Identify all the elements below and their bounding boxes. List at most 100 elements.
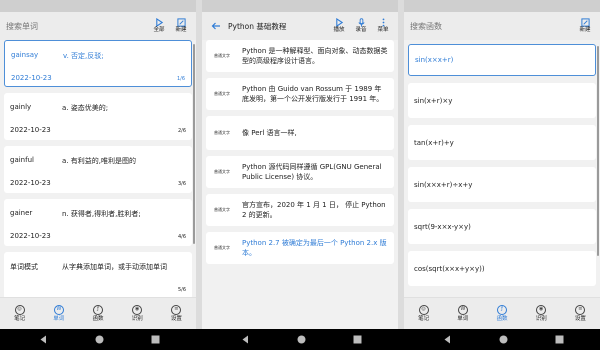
word-index: 2/6	[177, 128, 186, 134]
note-text: Python 由 Guido van Rossum 于 1989 年底发明，第一…	[242, 85, 384, 103]
record-button[interactable]: 录音	[350, 18, 372, 34]
nav-words[interactable]: W 单词	[39, 298, 78, 329]
function-card[interactable]: cos(sqrt(x×x+y×y))	[408, 251, 596, 286]
system-nav-bar	[0, 329, 600, 350]
word-card[interactable]: gainly a. 姿态优美的; 2022-10-23 2/6	[4, 93, 192, 140]
system-recents-icon[interactable]	[352, 334, 363, 345]
nav-recognize[interactable]: ◉ 识别	[522, 298, 561, 329]
settings-icon: ≡	[575, 304, 586, 315]
system-recents-icon[interactable]	[150, 334, 161, 345]
note-card[interactable]: 普通文字 Python 由 Guido van Rossum 于 1989 年底…	[206, 78, 394, 110]
word-meaning: a. 有利益的,唯利是图的	[62, 157, 136, 165]
system-back-icon[interactable]	[240, 334, 251, 345]
menu-button[interactable]: 菜单	[372, 18, 394, 34]
nav-function[interactable]: ƒ 函数	[78, 298, 117, 329]
word-date: 2022-10-23	[10, 179, 51, 187]
system-home-icon[interactable]	[296, 334, 307, 345]
nav-notes[interactable]: ◎ 笔记	[0, 298, 39, 329]
system-back-icon[interactable]	[442, 334, 453, 345]
new-button[interactable]: 新建	[574, 18, 596, 34]
scrollbar[interactable]	[193, 44, 195, 244]
top-bar: 新建	[404, 12, 600, 40]
note-tag: 普通文字	[214, 245, 230, 250]
system-home-icon[interactable]	[498, 334, 509, 345]
word-date: 2022-10-23	[10, 232, 51, 240]
word-index: 4/6	[177, 234, 186, 240]
function-card[interactable]: sqrt(9-x×x-y×y)	[408, 209, 596, 244]
all-button[interactable]: 全部	[148, 18, 170, 34]
words-icon: W	[457, 304, 468, 315]
word-meaning: a. 姿态优美的;	[62, 104, 109, 112]
function-list: sin(x×x+r) sin(x+r)×y tan(x+r)+y sin(x×x…	[404, 44, 600, 293]
recognize-icon: ◉	[132, 304, 143, 315]
more-icon	[382, 18, 384, 27]
status-bar	[404, 0, 600, 12]
word-text: gainly	[10, 103, 32, 111]
word-meaning: 从字典添加单词，或手动添加单词	[62, 263, 167, 271]
function-expression: sqrt(9-x×x-y×y)	[414, 222, 471, 231]
search-input[interactable]	[6, 17, 148, 35]
notes-icon: ◎	[14, 304, 25, 315]
bottom-nav: ◎ 笔记 W 单词 ƒ 函数 ◉ 识别 ≡ 设置	[0, 297, 196, 329]
settings-icon: ≡	[171, 304, 182, 315]
all-button-label: 全部	[153, 27, 165, 34]
note-text: 像 Perl 语言一样,	[242, 129, 297, 137]
words-screen: 全部 新建 gainsay v. 否定,反驳; 2022-10-23 1/6 g…	[0, 0, 196, 329]
system-back-icon[interactable]	[38, 334, 49, 345]
word-index: 3/6	[177, 181, 186, 187]
nav-notes[interactable]: ◎ 笔记	[404, 298, 443, 329]
word-card[interactable]: gainful a. 有利益的,唯利是图的 2022-10-23 3/6	[4, 146, 192, 193]
word-meaning: v. 否定,反驳;	[63, 52, 104, 60]
note-tag: 普通文字	[214, 169, 230, 174]
back-button[interactable]	[208, 18, 224, 34]
word-card[interactable]: 单词模式 从字典添加单词，或手动添加单词 5/6	[4, 252, 192, 299]
note-card[interactable]: 普通文字 Python 2.7 被确定为最后一个 Python 2.x 版本。	[206, 232, 394, 264]
play-icon	[155, 18, 163, 28]
function-card[interactable]: sin(x+r)×y	[408, 83, 596, 118]
note-card[interactable]: 普通文字 像 Perl 语言一样,	[206, 116, 394, 150]
word-list: gainsay v. 否定,反驳; 2022-10-23 1/6 gainly …	[0, 40, 196, 305]
note-card[interactable]: 普通文字 Python 是一种解释型、面向对象、动态数据类型的高级程序设计语言。	[206, 40, 394, 72]
nav-settings[interactable]: ≡ 设置	[561, 298, 600, 329]
note-tag: 普通文字	[214, 130, 230, 135]
nav-words[interactable]: W 单词	[443, 298, 482, 329]
scrollbar[interactable]	[597, 46, 599, 256]
word-text: gainer	[10, 209, 33, 217]
new-icon	[176, 18, 186, 27]
top-bar: Python 基础教程 播放 录音 菜单	[202, 12, 398, 40]
nav-function[interactable]: ƒ 函数	[482, 298, 521, 329]
function-expression: cos(sqrt(x×x+y×y))	[414, 264, 485, 273]
nav-label: 设置	[170, 315, 182, 322]
function-card[interactable]: sin(x×x+r)	[408, 44, 596, 76]
system-home-icon[interactable]	[94, 334, 105, 345]
function-card[interactable]: tan(x+r)+y	[408, 125, 596, 160]
nav-label: 单词	[53, 315, 65, 322]
word-card[interactable]: gainer n. 获得者,得利者,胜利者; 2022-10-23 4/6	[4, 199, 192, 246]
function-expression: sin(x+r)×y	[414, 96, 453, 105]
new-button[interactable]: 新建	[170, 18, 192, 34]
word-index: 1/6	[176, 76, 185, 82]
note-text: Python 是一种解释型、面向对象、动态数据类型的高级程序设计语言。	[242, 47, 388, 65]
words-icon: W	[53, 304, 64, 315]
note-screen: Python 基础教程 播放 录音 菜单 普通文字 Python 是一种解释型、…	[202, 0, 398, 329]
nav-label: 函数	[496, 315, 508, 322]
system-recents-icon[interactable]	[554, 334, 565, 345]
function-card[interactable]: sin(x×x+r)÷x+y	[408, 167, 596, 202]
top-bar: 全部 新建	[0, 12, 196, 40]
page-title: Python 基础教程	[228, 21, 287, 31]
search-input[interactable]	[410, 17, 574, 35]
note-text: Python 2.7 被确定为最后一个 Python 2.x 版本。	[242, 239, 387, 257]
word-card[interactable]: gainsay v. 否定,反驳; 2022-10-23 1/6	[4, 40, 192, 87]
nav-settings[interactable]: ≡ 设置	[157, 298, 196, 329]
status-bar	[0, 0, 196, 12]
nav-recognize[interactable]: ◉ 识别	[118, 298, 157, 329]
note-card[interactable]: 普通文字 官方宣布，2020 年 1 月 1 日， 停止 Python 2 的更…	[206, 194, 394, 226]
note-tag: 普通文字	[214, 91, 230, 96]
note-card[interactable]: 普通文字 Python 源代码同样遵循 GPL(GNU General Publ…	[206, 156, 394, 188]
new-button-label: 新建	[175, 27, 187, 34]
note-tag: 普通文字	[214, 53, 230, 58]
mic-icon	[357, 18, 365, 27]
menu-button-label: 菜单	[377, 27, 389, 34]
play-button[interactable]: 播放	[328, 18, 350, 34]
nav-label: 识别	[535, 315, 547, 322]
